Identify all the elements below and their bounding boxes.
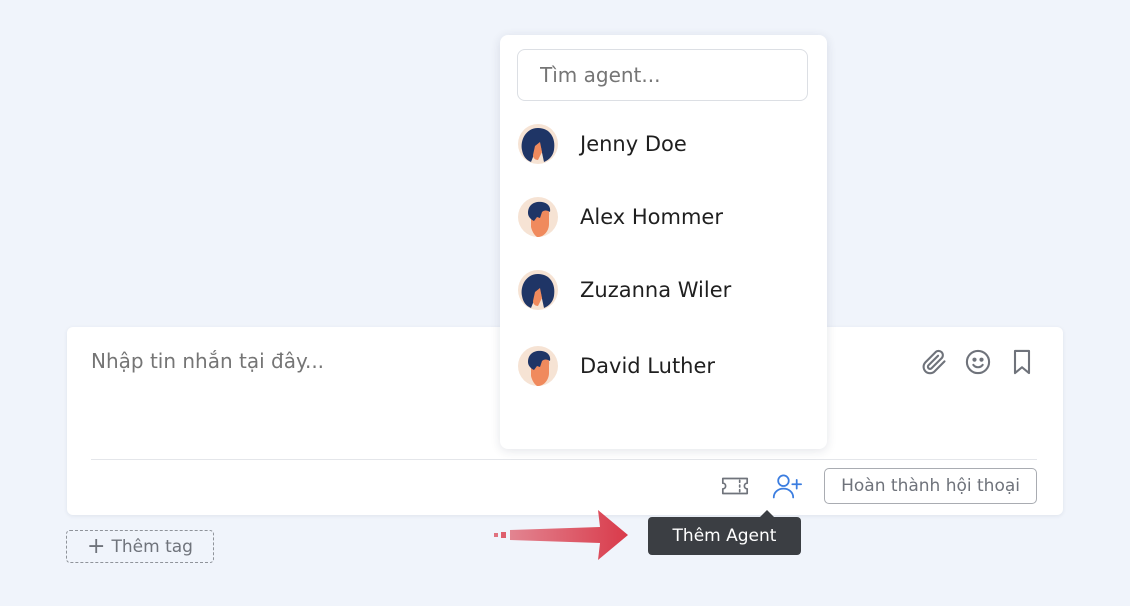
avatar-female: [518, 124, 558, 164]
avatar-male: [518, 346, 558, 386]
agent-name: David Luther: [580, 354, 716, 378]
add-agent-tooltip: Thêm Agent: [648, 510, 801, 555]
composer-footer: Hoàn thành hội thoại: [720, 468, 1037, 504]
agent-name: Alex Hommer: [580, 205, 723, 229]
agent-name: Zuzanna Wiler: [580, 278, 732, 302]
avatar-male: [518, 197, 558, 237]
tooltip-label: Thêm Agent: [672, 526, 777, 546]
avatar-female: [518, 270, 558, 310]
agent-name: Jenny Doe: [580, 132, 687, 156]
bookmark-icon[interactable]: [1007, 347, 1037, 377]
add-tag-label: Thêm tag: [111, 536, 193, 557]
composer-toolbar: [919, 347, 1037, 377]
composer-divider: [91, 459, 1037, 460]
user-plus-icon[interactable]: [772, 471, 803, 501]
plus-icon: +: [87, 533, 106, 559]
finish-conversation-button[interactable]: Hoàn thành hội thoại: [824, 468, 1037, 504]
agent-search-input[interactable]: [517, 49, 808, 101]
smiley-icon[interactable]: [963, 347, 993, 377]
agent-item-david-luther[interactable]: David Luther: [518, 342, 808, 390]
add-tag-button[interactable]: + Thêm tag: [66, 530, 214, 563]
agent-item-zuzanna-wiler[interactable]: Zuzanna Wiler: [518, 266, 808, 314]
ticket-icon[interactable]: [720, 471, 750, 501]
callout-arrow-icon: [494, 510, 628, 560]
agent-item-alex-hommer[interactable]: Alex Hommer: [518, 193, 808, 241]
agent-item-jenny-doe[interactable]: Jenny Doe: [518, 120, 808, 168]
paperclip-icon[interactable]: [919, 347, 949, 377]
agent-dropdown: Jenny Doe Alex Hommer Zuzanna Wiler Davi…: [500, 35, 827, 449]
